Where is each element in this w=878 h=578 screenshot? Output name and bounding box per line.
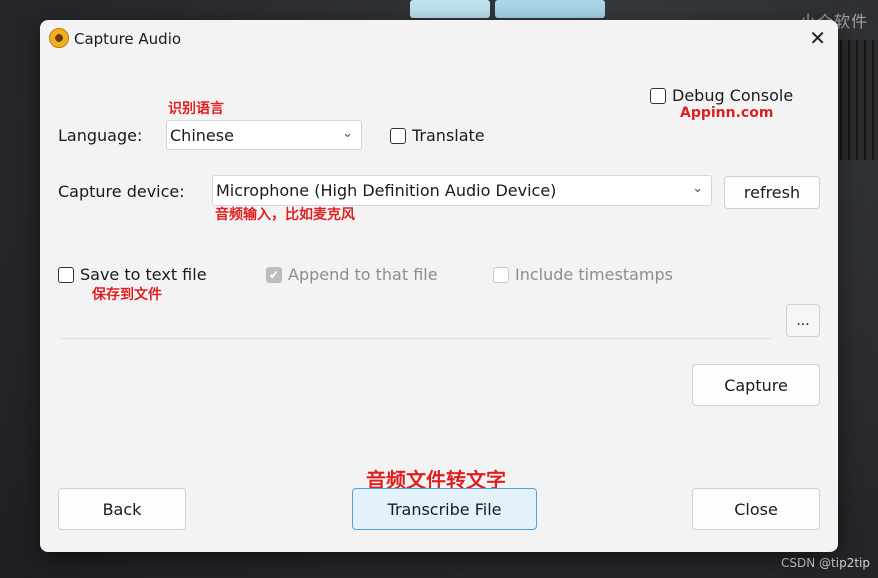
save-to-file-box[interactable] xyxy=(58,266,74,283)
window-title: Capture Audio xyxy=(74,30,182,48)
background-tile xyxy=(410,0,490,18)
capture-device-dropdown[interactable]: Microphone (High Definition Audio Device… xyxy=(212,175,712,206)
debug-console-checkbox[interactable]: Debug Console xyxy=(650,86,793,105)
save-to-file-checkbox[interactable]: Save to text file xyxy=(58,265,207,284)
language-value: Chinese xyxy=(170,126,234,145)
translate-label: Translate xyxy=(412,126,485,145)
capture-device-annotation: 音频输入，比如麦克风 xyxy=(215,207,355,223)
translate-box[interactable] xyxy=(390,127,406,144)
timestamps-box[interactable] xyxy=(493,266,509,283)
back-button[interactable]: Back xyxy=(58,488,186,530)
save-to-file-label: Save to text file xyxy=(80,265,207,284)
file-path-field[interactable] xyxy=(60,338,772,339)
debug-console-label: Debug Console xyxy=(672,86,794,105)
language-annotation: 识别语言 xyxy=(168,101,224,117)
browse-button[interactable]: ... xyxy=(786,304,820,337)
capture-button[interactable]: Capture xyxy=(692,364,820,406)
debug-console-box[interactable] xyxy=(650,87,666,104)
capture-device-label: Capture device: xyxy=(58,182,185,201)
close-icon[interactable]: ✕ xyxy=(809,26,826,50)
watermark-bottom: CSDN @tip2tip xyxy=(781,556,870,570)
language-dropdown[interactable]: Chinese ⌄ xyxy=(166,120,362,150)
language-label: Language: xyxy=(58,126,143,145)
debug-annotation: Appinn.com xyxy=(680,105,774,121)
title-bar: Capture Audio ✕ xyxy=(40,20,838,58)
append-label: Append to that file xyxy=(288,265,438,284)
append-checkbox[interactable]: ✔ Append to that file xyxy=(266,265,438,284)
capture-device-value: Microphone (High Definition Audio Device… xyxy=(216,181,557,200)
refresh-button[interactable]: refresh xyxy=(724,176,820,209)
transcribe-file-button[interactable]: Transcribe File xyxy=(352,488,537,530)
capture-audio-dialog: Capture Audio ✕ Debug Console Appinn.com… xyxy=(40,20,838,552)
timestamps-checkbox[interactable]: Include timestamps xyxy=(493,265,673,284)
close-button[interactable]: Close xyxy=(692,488,820,530)
save-annotation: 保存到文件 xyxy=(92,287,162,303)
chevron-down-icon: ⌄ xyxy=(692,181,703,196)
append-box[interactable]: ✔ xyxy=(266,266,282,283)
sunflower-icon xyxy=(49,28,69,48)
timestamps-label: Include timestamps xyxy=(515,265,673,284)
translate-checkbox[interactable]: Translate xyxy=(390,126,485,145)
background-tile xyxy=(495,0,605,18)
chevron-down-icon: ⌄ xyxy=(342,126,353,141)
